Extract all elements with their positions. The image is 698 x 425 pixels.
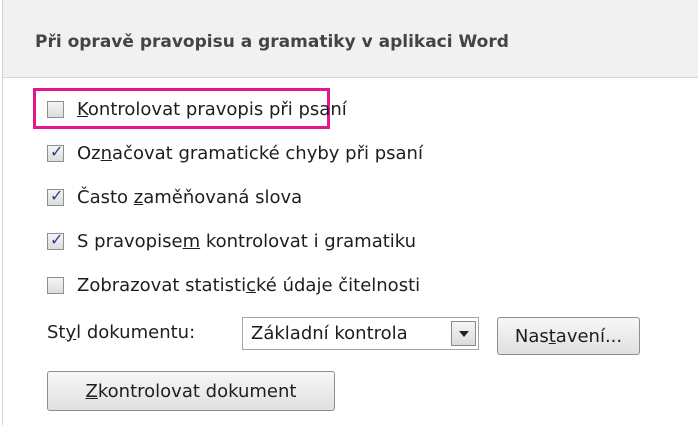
option-label: S pravopisem kontrolovat i gramatiku xyxy=(77,230,417,252)
checkmark-icon: ✓ xyxy=(50,185,64,205)
checkbox-mark-grammar[interactable]: ✓ xyxy=(47,141,64,162)
document-style-label: Styl dokumentu: xyxy=(47,322,196,343)
option-frequently-confused-words[interactable]: ✓ Často zaměňovaná slova xyxy=(47,184,302,210)
checkbox-grammar-with-spelling[interactable]: ✓ xyxy=(47,229,64,250)
option-label: Kontrolovat pravopis při psaní xyxy=(77,98,347,120)
option-mark-grammar-errors[interactable]: ✓ Označovat gramatické chyby při psaní xyxy=(47,140,423,166)
check-document-button[interactable]: Zkontrolovat dokument xyxy=(47,371,335,411)
chevron-down-icon xyxy=(459,331,469,337)
checkbox-check-spelling[interactable]: ✓ xyxy=(47,100,64,118)
document-style-select[interactable]: Základní kontrola xyxy=(242,317,479,350)
section-header: Při opravě pravopisu a gramatiky v aplik… xyxy=(3,0,698,78)
checkmark-icon: ✓ xyxy=(50,141,64,161)
settings-button[interactable]: Nas t avení... xyxy=(497,317,640,355)
option-show-readability-statistics[interactable]: ✓ Zobrazovat statistické údaje čitelnost… xyxy=(47,272,420,298)
option-label: Zobrazovat statistické údaje čitelnosti xyxy=(77,274,421,296)
checkmark-icon: ✓ xyxy=(50,229,64,249)
option-check-grammar-with-spelling[interactable]: ✓ S pravopisem kontrolovat i gramatiku xyxy=(47,228,416,254)
option-label: Často zaměňovaná slova xyxy=(77,186,303,208)
option-label: Označovat gramatické chyby při psaní xyxy=(77,142,423,164)
document-style-value: Základní kontrola xyxy=(251,323,408,344)
dropdown-arrow-button[interactable] xyxy=(451,321,476,346)
checkbox-readability[interactable]: ✓ xyxy=(47,276,64,294)
checkbox-confused-words[interactable]: ✓ xyxy=(47,185,64,206)
section-title: Při opravě pravopisu a gramatiky v aplik… xyxy=(35,32,509,52)
option-check-spelling-as-you-type[interactable]: ✓ Kontrolovat pravopis při psaní xyxy=(47,96,347,122)
proofing-panel: Při opravě pravopisu a gramatiky v aplik… xyxy=(0,0,698,425)
